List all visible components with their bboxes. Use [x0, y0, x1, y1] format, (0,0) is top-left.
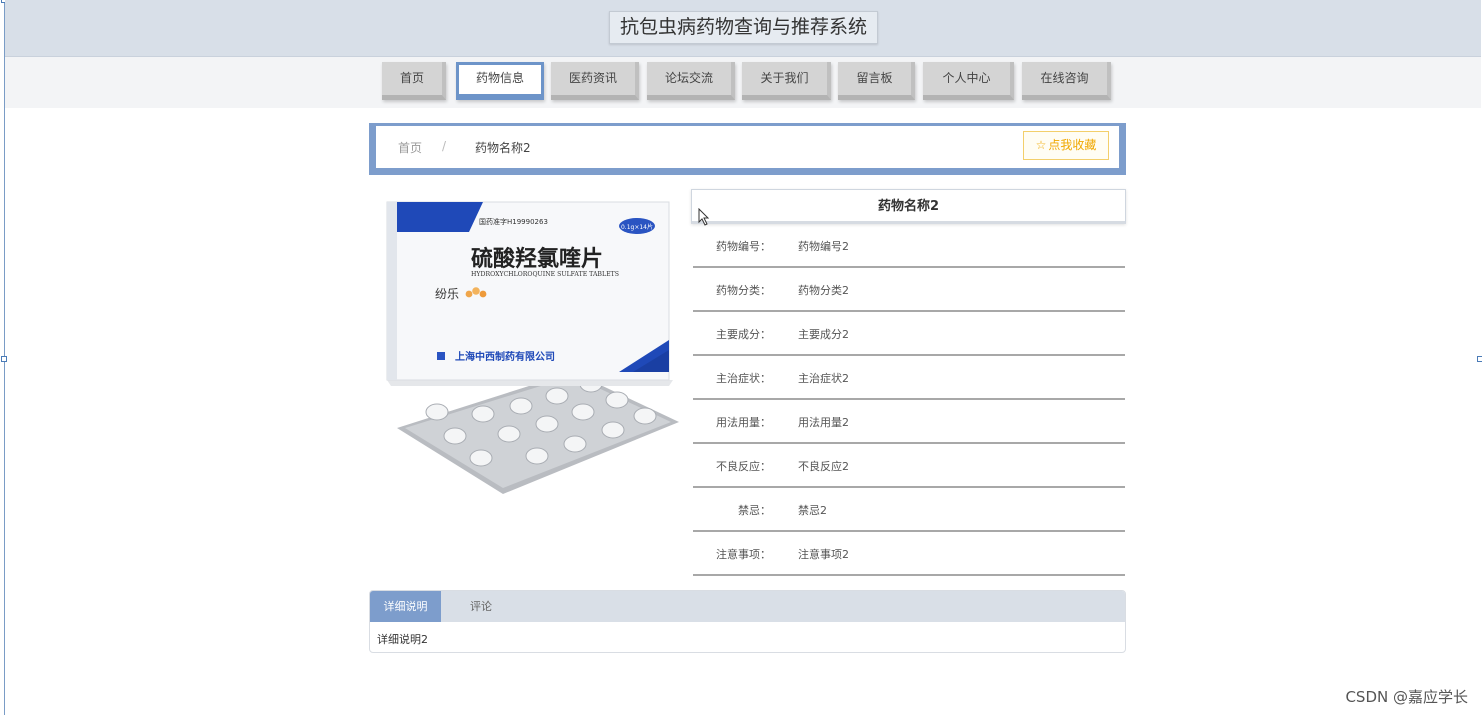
detail-label: 主治症状： [716, 372, 771, 385]
tab-comments[interactable]: 评论 [446, 591, 516, 622]
browser-frame: 抗包虫病药物查询与推荐系统 首页 药物信息 医药资讯 论坛交流 关于我们 留言板… [1, 0, 1482, 715]
nav-item-medical-news[interactable]: 医药资讯 [551, 62, 639, 100]
detail-row-dosage: 用法用量： 用法用量2 [693, 400, 1125, 444]
tab-content: 详细说明2 [377, 633, 428, 646]
detail-label: 用法用量： [716, 416, 771, 429]
svg-text:硫酸羟氯喹片: 硫酸羟氯喹片 [471, 246, 603, 272]
detail-value: 主要成分2 [798, 328, 849, 341]
blister-pack-graphic [397, 372, 679, 494]
nav-item-online-consult[interactable]: 在线咨询 [1022, 62, 1111, 100]
detail-value: 注意事项2 [798, 548, 849, 561]
svg-text:纷乐: 纷乐 [435, 287, 459, 301]
detail-tabs: 详细说明 评论 详细说明2 [369, 590, 1126, 653]
detail-value: 不良反应2 [798, 460, 849, 473]
detail-row-side-effects: 不良反应： 不良反应2 [693, 444, 1125, 488]
detail-label: 主要成分： [716, 328, 771, 341]
site-header: 抗包虫病药物查询与推荐系统 [5, 0, 1481, 57]
detail-row-contraindications: 禁忌： 禁忌2 [693, 488, 1125, 532]
breadcrumb-home-link[interactable]: 首页 [398, 139, 422, 156]
breadcrumb: 首页 / 药物名称2 ☆ 点我收藏 [369, 123, 1126, 175]
resize-handle-right[interactable] [1477, 356, 1482, 362]
nav-item-drug-info[interactable]: 药物信息 [456, 62, 544, 100]
breadcrumb-separator: / [442, 139, 447, 153]
site-title: 抗包虫病药物查询与推荐系统 [609, 11, 879, 44]
favorite-button-label: 点我收藏 [1048, 138, 1097, 152]
detail-value: 主治症状2 [798, 372, 849, 385]
detail-row-category: 药物分类： 药物分类2 [693, 268, 1125, 312]
favorite-button[interactable]: ☆ 点我收藏 [1023, 131, 1109, 160]
resize-handle-left[interactable] [1, 356, 7, 362]
detail-row-ingredients: 主要成分： 主要成分2 [693, 312, 1125, 356]
svg-text:国药准字H19990263: 国药准字H19990263 [479, 217, 548, 226]
detail-label: 禁忌： [738, 504, 771, 517]
detail-value: 禁忌2 [798, 504, 827, 517]
detail-row-drug-id: 药物编号： 药物编号2 [693, 224, 1125, 268]
tab-bar: 详细说明 评论 [370, 591, 1125, 622]
nav-item-home[interactable]: 首页 [382, 62, 446, 100]
detail-row-indications: 主治症状： 主治症状2 [693, 356, 1125, 400]
nav-item-message-board[interactable]: 留言板 [838, 62, 915, 100]
nav-item-personal-center[interactable]: 个人中心 [923, 62, 1014, 100]
main-nav: 首页 药物信息 医药资讯 论坛交流 关于我们 留言板 个人中心 在线咨询 [5, 57, 1481, 108]
detail-row-precautions: 注意事项： 注意事项2 [693, 532, 1125, 576]
product-image: 0.1g×14片 国药准字H19990263 硫酸羟氯喹片 HYDROXYCHL… [383, 190, 679, 500]
nav-item-forum[interactable]: 论坛交流 [647, 62, 735, 100]
breadcrumb-current: 药物名称2 [475, 141, 531, 155]
detail-label: 注意事项： [716, 548, 771, 561]
detail-label: 不良反应： [716, 460, 771, 473]
drug-name-title: 药物名称2 [691, 189, 1126, 224]
nav-item-about-us[interactable]: 关于我们 [742, 62, 831, 100]
svg-text:上海中西制药有限公司: 上海中西制药有限公司 [455, 350, 555, 363]
detail-value: 用法用量2 [798, 416, 849, 429]
tab-detailed-description[interactable]: 详细说明 [370, 591, 441, 622]
mouse-cursor-icon [698, 208, 710, 226]
detail-label: 药物编号： [716, 240, 771, 253]
svg-text:0.1g×14片: 0.1g×14片 [621, 223, 653, 231]
svg-text:HYDROXYCHLOROQUINE SULFATE TAB: HYDROXYCHLOROQUINE SULFATE TABLETS [471, 271, 619, 278]
detail-label: 药物分类： [716, 284, 771, 297]
detail-value: 药物分类2 [798, 284, 849, 297]
detail-value: 药物编号2 [798, 240, 849, 253]
star-icon: ☆ [1035, 138, 1047, 152]
watermark: CSDN @嘉应学长 [1345, 688, 1468, 706]
